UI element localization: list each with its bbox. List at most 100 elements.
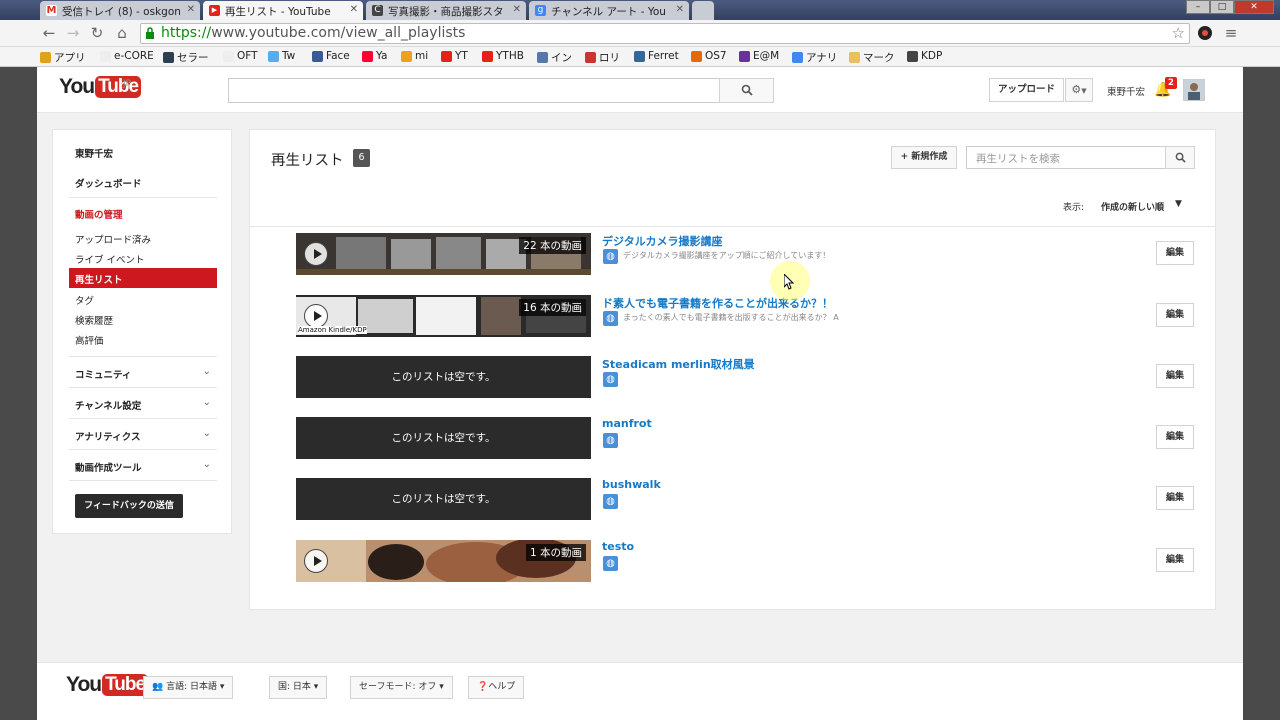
bookmark-label: E@M: [753, 50, 780, 62]
back-icon[interactable]: ←: [40, 24, 58, 42]
search-input[interactable]: [228, 78, 720, 103]
address-bar[interactable]: https://www.youtube.com/view_all_playlis…: [140, 23, 1190, 44]
edit-button[interactable]: 編集: [1156, 548, 1194, 572]
divider: [69, 197, 217, 198]
footer-youtube-logo[interactable]: You Tube: [66, 673, 149, 697]
bookmark-icon: [907, 50, 918, 62]
playlist-thumbnail[interactable]: 1 本の動画: [296, 540, 591, 582]
extension-icon[interactable]: [1197, 25, 1213, 41]
language-button[interactable]: 👥 言語: 日本語 ▾: [143, 676, 234, 699]
play-icon[interactable]: [304, 304, 328, 328]
safe-mode-button[interactable]: セーフモード: オフ ▾: [350, 676, 453, 699]
bookmark-item[interactable]: Ya: [362, 50, 387, 62]
avatar[interactable]: [1183, 79, 1205, 101]
tab-youtube[interactable]: ▶ 再生リスト - YouTube ✕: [203, 1, 363, 20]
sidebar-item-tags[interactable]: タグ: [75, 293, 94, 307]
sidebar-item-likes[interactable]: 高評価: [75, 333, 104, 347]
bookmark-item[interactable]: YTHB: [482, 50, 524, 62]
new-tab-button[interactable]: [692, 1, 714, 20]
playlist-thumbnail[interactable]: 16 本の動画 Amazon Kindle/KDP: [296, 295, 591, 337]
upload-button[interactable]: アップロード: [989, 78, 1064, 102]
bookmark-item[interactable]: mi: [401, 50, 428, 62]
sidebar-item-community[interactable]: コミュニティ: [75, 367, 131, 381]
chevron-down-icon[interactable]: ⌄: [203, 459, 211, 470]
bookmark-item[interactable]: イン: [537, 50, 572, 65]
playlist-row: このリストは空です。 bushwalk ◍ 編集: [296, 478, 1195, 520]
playlist-title-link[interactable]: manfrot: [602, 417, 652, 430]
tab-close-icon[interactable]: ✕: [187, 4, 195, 15]
playlist-search-input[interactable]: 再生リストを検索: [966, 146, 1166, 169]
chevron-down-icon[interactable]: ⌄: [203, 397, 211, 408]
reload-icon[interactable]: ↻: [88, 24, 106, 42]
edit-button[interactable]: 編集: [1156, 486, 1194, 510]
edit-button[interactable]: 編集: [1156, 303, 1194, 327]
avatar-image: [1184, 80, 1204, 100]
home-icon[interactable]: ⌂: [113, 24, 131, 42]
tab-close-icon[interactable]: ✕: [676, 4, 684, 15]
sidebar-user[interactable]: 東野千宏: [75, 146, 113, 160]
sidebar-item-creator-tools[interactable]: 動画作成ツール: [75, 460, 142, 474]
playlist-title-link[interactable]: デジタルカメラ撮影講座: [602, 233, 722, 249]
playlist-thumbnail[interactable]: 22 本の動画: [296, 233, 591, 275]
playlist-title-link[interactable]: bushwalk: [602, 478, 661, 491]
bookmark-star-icon[interactable]: ☆: [1172, 24, 1185, 42]
new-playlist-button[interactable]: + 新規作成: [891, 146, 957, 169]
bookmark-item[interactable]: OS7: [691, 50, 727, 62]
bookmark-item[interactable]: セラー: [163, 50, 209, 65]
tab-photo[interactable]: C 写真撮影・商品撮影スタ ✕: [366, 1, 526, 20]
playlist-title-link[interactable]: Steadicam merlin取材風景: [602, 356, 755, 372]
sidebar-item-search-history[interactable]: 検索履歴: [75, 313, 113, 327]
bookmark-item[interactable]: マーク: [849, 50, 895, 65]
user-name[interactable]: 東野千宏: [1107, 84, 1145, 98]
edit-button[interactable]: 編集: [1156, 364, 1194, 388]
edit-button[interactable]: 編集: [1156, 425, 1194, 449]
bookmark-icon: [401, 50, 412, 62]
search-button[interactable]: [719, 78, 774, 103]
tab-channel-art[interactable]: g チャンネル アート - You ✕: [529, 1, 689, 20]
playlist-title-link[interactable]: testo: [602, 540, 634, 553]
sidebar-item-video-manager[interactable]: 動画の管理: [75, 207, 123, 221]
browser-window: M 受信トレイ (8) - oskgon ✕ ▶ 再生リスト - YouTube…: [0, 0, 1280, 720]
maximize-button[interactable]: □: [1210, 0, 1234, 14]
minimize-button[interactable]: –: [1186, 0, 1210, 14]
bookmark-item[interactable]: Ferret: [634, 50, 679, 62]
menu-icon[interactable]: ≡: [1222, 24, 1240, 42]
sidebar-item-analytics[interactable]: アナリティクス: [75, 429, 140, 443]
bookmark-item[interactable]: YT: [441, 50, 468, 62]
sidebar-item-channel-settings[interactable]: チャンネル設定: [75, 398, 141, 412]
bookmark-item[interactable]: OFT: [223, 50, 258, 62]
bookmark-item[interactable]: アナリ: [792, 50, 837, 65]
forward-icon[interactable]: →: [64, 24, 82, 42]
playlist-search-button[interactable]: [1165, 146, 1195, 169]
caret-down-icon[interactable]: ▼: [1175, 199, 1182, 209]
chevron-down-icon[interactable]: ⌄: [203, 366, 211, 377]
sidebar-item-playlists[interactable]: 再生リスト: [69, 268, 217, 288]
bookmark-item[interactable]: アプリ: [40, 50, 86, 65]
bookmark-item[interactable]: E@M: [739, 50, 779, 62]
edit-button[interactable]: 編集: [1156, 241, 1194, 265]
playlist-thumbnail[interactable]: このリストは空です。: [296, 356, 591, 398]
playlist-thumbnail[interactable]: このリストは空です。: [296, 478, 591, 520]
help-button[interactable]: ❓ヘルプ: [468, 676, 525, 699]
feedback-button[interactable]: フィードバックの送信: [75, 494, 183, 518]
sidebar-item-uploads[interactable]: アップロード済み: [75, 232, 151, 246]
sidebar-item-live[interactable]: ライブ イベント: [75, 252, 145, 266]
tab-close-icon[interactable]: ✕: [350, 4, 358, 15]
tab-gmail[interactable]: M 受信トレイ (8) - oskgon ✕: [40, 1, 200, 20]
close-window-button[interactable]: ✕: [1234, 0, 1274, 14]
play-icon[interactable]: [304, 242, 328, 266]
bookmark-item[interactable]: e-CORE: [100, 50, 154, 62]
play-icon[interactable]: [304, 549, 328, 573]
sidebar-item-dashboard[interactable]: ダッシュボード: [75, 176, 142, 190]
sort-dropdown[interactable]: 作成の新しい順: [1101, 200, 1164, 213]
bookmark-item[interactable]: ロリ: [585, 50, 620, 65]
bookmark-item[interactable]: Tw: [268, 50, 295, 62]
country-button[interactable]: 国: 日本 ▾: [269, 676, 328, 699]
tab-close-icon[interactable]: ✕: [513, 4, 521, 15]
bookmark-item[interactable]: Face: [312, 50, 350, 62]
settings-button[interactable]: ⚙▼: [1065, 78, 1093, 102]
playlist-thumbnail[interactable]: このリストは空です。: [296, 417, 591, 459]
bookmark-item[interactable]: KDP: [907, 50, 942, 62]
bookmark-label: Ferret: [648, 50, 679, 62]
chevron-down-icon[interactable]: ⌄: [203, 428, 211, 439]
